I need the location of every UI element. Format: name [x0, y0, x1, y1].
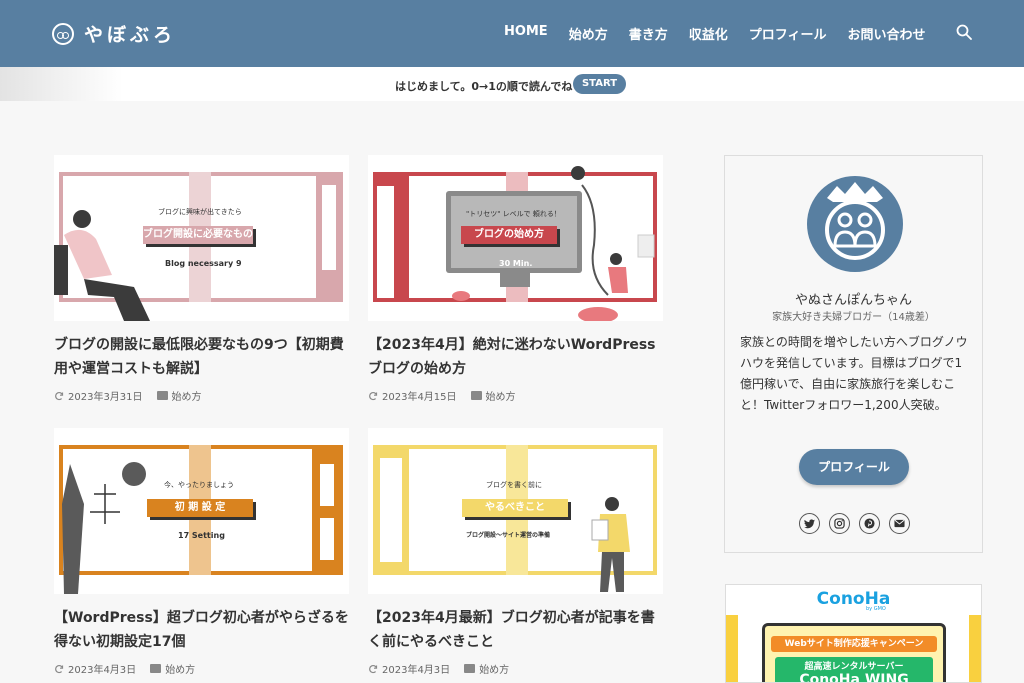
profile-name: やぬさんぽんちゃん — [794, 293, 912, 308]
site-logo[interactable]: やぼぶろ — [52, 20, 176, 47]
post-category[interactable]: 始め方 — [165, 661, 195, 676]
thumb-eyebrow: ブログを書く前に — [486, 481, 542, 489]
post-category[interactable]: 始め方 — [486, 388, 516, 403]
post-date: 2023年3月31日 — [68, 392, 143, 403]
post-card[interactable]: ブログに興味が出てきたら ブログ開設に必要なもの Blog necessary … — [54, 155, 349, 403]
banner-brand-sub: by GMO — [866, 606, 886, 612]
post-meta: 2023年4月3日 始め方 — [368, 661, 663, 676]
thumb-tag: ブログ開設に必要なもの — [143, 226, 253, 244]
refresh-icon — [55, 664, 64, 673]
couple-avatar-icon — [825, 182, 885, 260]
post-category[interactable]: 始め方 — [172, 388, 202, 403]
person-drawing-illustration-icon — [62, 462, 146, 594]
post-date: 2023年4月3日 — [68, 665, 137, 676]
nav-home[interactable]: HOME — [493, 24, 558, 43]
post-meta: 2023年4月15日 始め方 — [368, 388, 663, 403]
social-links — [799, 513, 910, 534]
nav-contact[interactable]: お問い合わせ — [837, 24, 936, 43]
post-category[interactable]: 始め方 — [479, 661, 509, 676]
refresh-icon — [55, 391, 64, 400]
notice-text: はじめまして。0→1の順で読んでね — [395, 80, 573, 93]
post-date: 2023年4月15日 — [382, 392, 457, 403]
thumb-eyebrow: "トリセツ" レベルで 頼れる！ — [466, 210, 561, 218]
profile-button[interactable]: プロフィール — [799, 449, 909, 485]
twitter-icon[interactable] — [799, 513, 820, 534]
thumb-tag: 初 期 設 定 — [147, 499, 253, 517]
thumb-footer: Blog necessary 9 — [165, 259, 242, 268]
post-title[interactable]: 【WordPress】超ブログ初心者がやらざるを得ない初期設定17個 — [54, 606, 349, 654]
woman-illustration-icon — [54, 210, 150, 321]
start-button[interactable]: START — [573, 74, 626, 94]
thumb-footer: 17 Setting — [178, 531, 225, 540]
post-meta: 2023年3月31日 始め方 — [54, 388, 349, 403]
thumb-tag: やるべきこと — [462, 499, 568, 517]
nav-profile[interactable]: プロフィール — [738, 24, 837, 43]
refresh-icon — [369, 664, 378, 673]
logo-face-icon — [52, 22, 74, 45]
banner-panel: Webサイト制作応援キャンペーン 超高速レンタルサーバー ConoHa WING — [762, 623, 946, 683]
post-thumbnail[interactable]: ブログを書く前に やるべきこと ブログ開設～サイト運営の準備 — [368, 428, 663, 594]
pinterest-icon[interactable] — [859, 513, 880, 534]
post-meta: 2023年4月3日 始め方 — [54, 661, 349, 676]
profile-widget: やぬさんぽんちゃん 家族大好き夫婦ブロガー（14歳差） 家族との時間を増やしたい… — [724, 155, 983, 553]
person-plug-illustration-icon — [571, 166, 655, 321]
logo-text: やぼぶろ — [84, 24, 177, 46]
profile-subtitle: 家族大好き夫婦ブロガー（14歳差） — [772, 312, 935, 323]
banner-line2: ConoHa WING — [799, 672, 909, 683]
main-nav: HOME 始め方 書き方 収益化 プロフィール お問い合わせ — [493, 24, 936, 43]
person-paper-illustration-icon — [591, 497, 630, 592]
post-title[interactable]: ブログの開設に最低限必要なもの9つ【初期費用や運営コストも解説】 — [54, 333, 349, 381]
thumb-eyebrow: 今、やったりましょう — [164, 481, 234, 489]
banner-line1: 超高速レンタルサーバー — [804, 662, 904, 672]
folder-icon — [470, 391, 482, 400]
conoha-banner[interactable]: ConoHa by GMO Webサイト制作応援キャンペーン 超高速レンタルサー… — [725, 584, 982, 683]
notice-bar: はじめまして。0→1の順で読んでね — [0, 67, 1024, 101]
post-date: 2023年4月3日 — [382, 665, 451, 676]
thumb-eyebrow: ブログに興味が出てきたら — [158, 208, 242, 216]
post-title[interactable]: 【2023年4月】絶対に迷わないWordPressブログの始め方 — [368, 333, 663, 381]
refresh-icon — [369, 391, 378, 400]
thumb-footer: 30 Min. — [499, 259, 533, 268]
folder-icon — [156, 391, 168, 400]
post-thumbnail[interactable]: "トリセツ" レベルで 頼れる！ ブログの始め方 30 Min. — [368, 155, 663, 321]
post-thumbnail[interactable]: 今、やったりましょう 初 期 設 定 17 Setting — [54, 428, 349, 594]
nav-start[interactable]: 始め方 — [558, 24, 618, 43]
site-header: やぼぶろ HOME 始め方 書き方 収益化 プロフィール お問い合わせ — [0, 0, 1024, 67]
nav-monetize[interactable]: 収益化 — [678, 24, 738, 43]
post-card[interactable]: ブログを書く前に やるべきこと ブログ開設～サイト運営の準備 【2023年4月最… — [368, 428, 663, 676]
post-title[interactable]: 【2023年4月最新】ブログ初心者が記事を書く前にやるべきこと — [368, 606, 663, 654]
search-icon[interactable] — [956, 24, 972, 40]
nav-writing[interactable]: 書き方 — [618, 24, 678, 43]
thumb-tag: ブログの始め方 — [461, 226, 557, 244]
thumb-footer: ブログ開設～サイト運営の準備 — [466, 532, 551, 539]
post-thumbnail[interactable]: ブログに興味が出てきたら ブログ開設に必要なもの Blog necessary … — [54, 155, 349, 321]
post-card[interactable]: "トリセツ" レベルで 頼れる！ ブログの始め方 30 Min. 【2023年4… — [368, 155, 663, 403]
profile-description: 家族との時間を増やしたい方へブログノウハウを発信しています。目標はブログで1億円… — [740, 335, 968, 412]
avatar[interactable] — [807, 176, 903, 272]
banner-campaign: Webサイト制作応援キャンペーン — [771, 636, 937, 652]
mail-icon[interactable] — [889, 513, 910, 534]
folder-icon — [150, 664, 162, 673]
folder-icon — [464, 664, 476, 673]
post-card[interactable]: 今、やったりましょう 初 期 設 定 17 Setting 【WordPress… — [54, 428, 349, 676]
instagram-icon[interactable] — [829, 513, 850, 534]
banner-product: 超高速レンタルサーバー ConoHa WING — [775, 657, 933, 683]
banner-brand: ConoHa — [816, 589, 891, 609]
